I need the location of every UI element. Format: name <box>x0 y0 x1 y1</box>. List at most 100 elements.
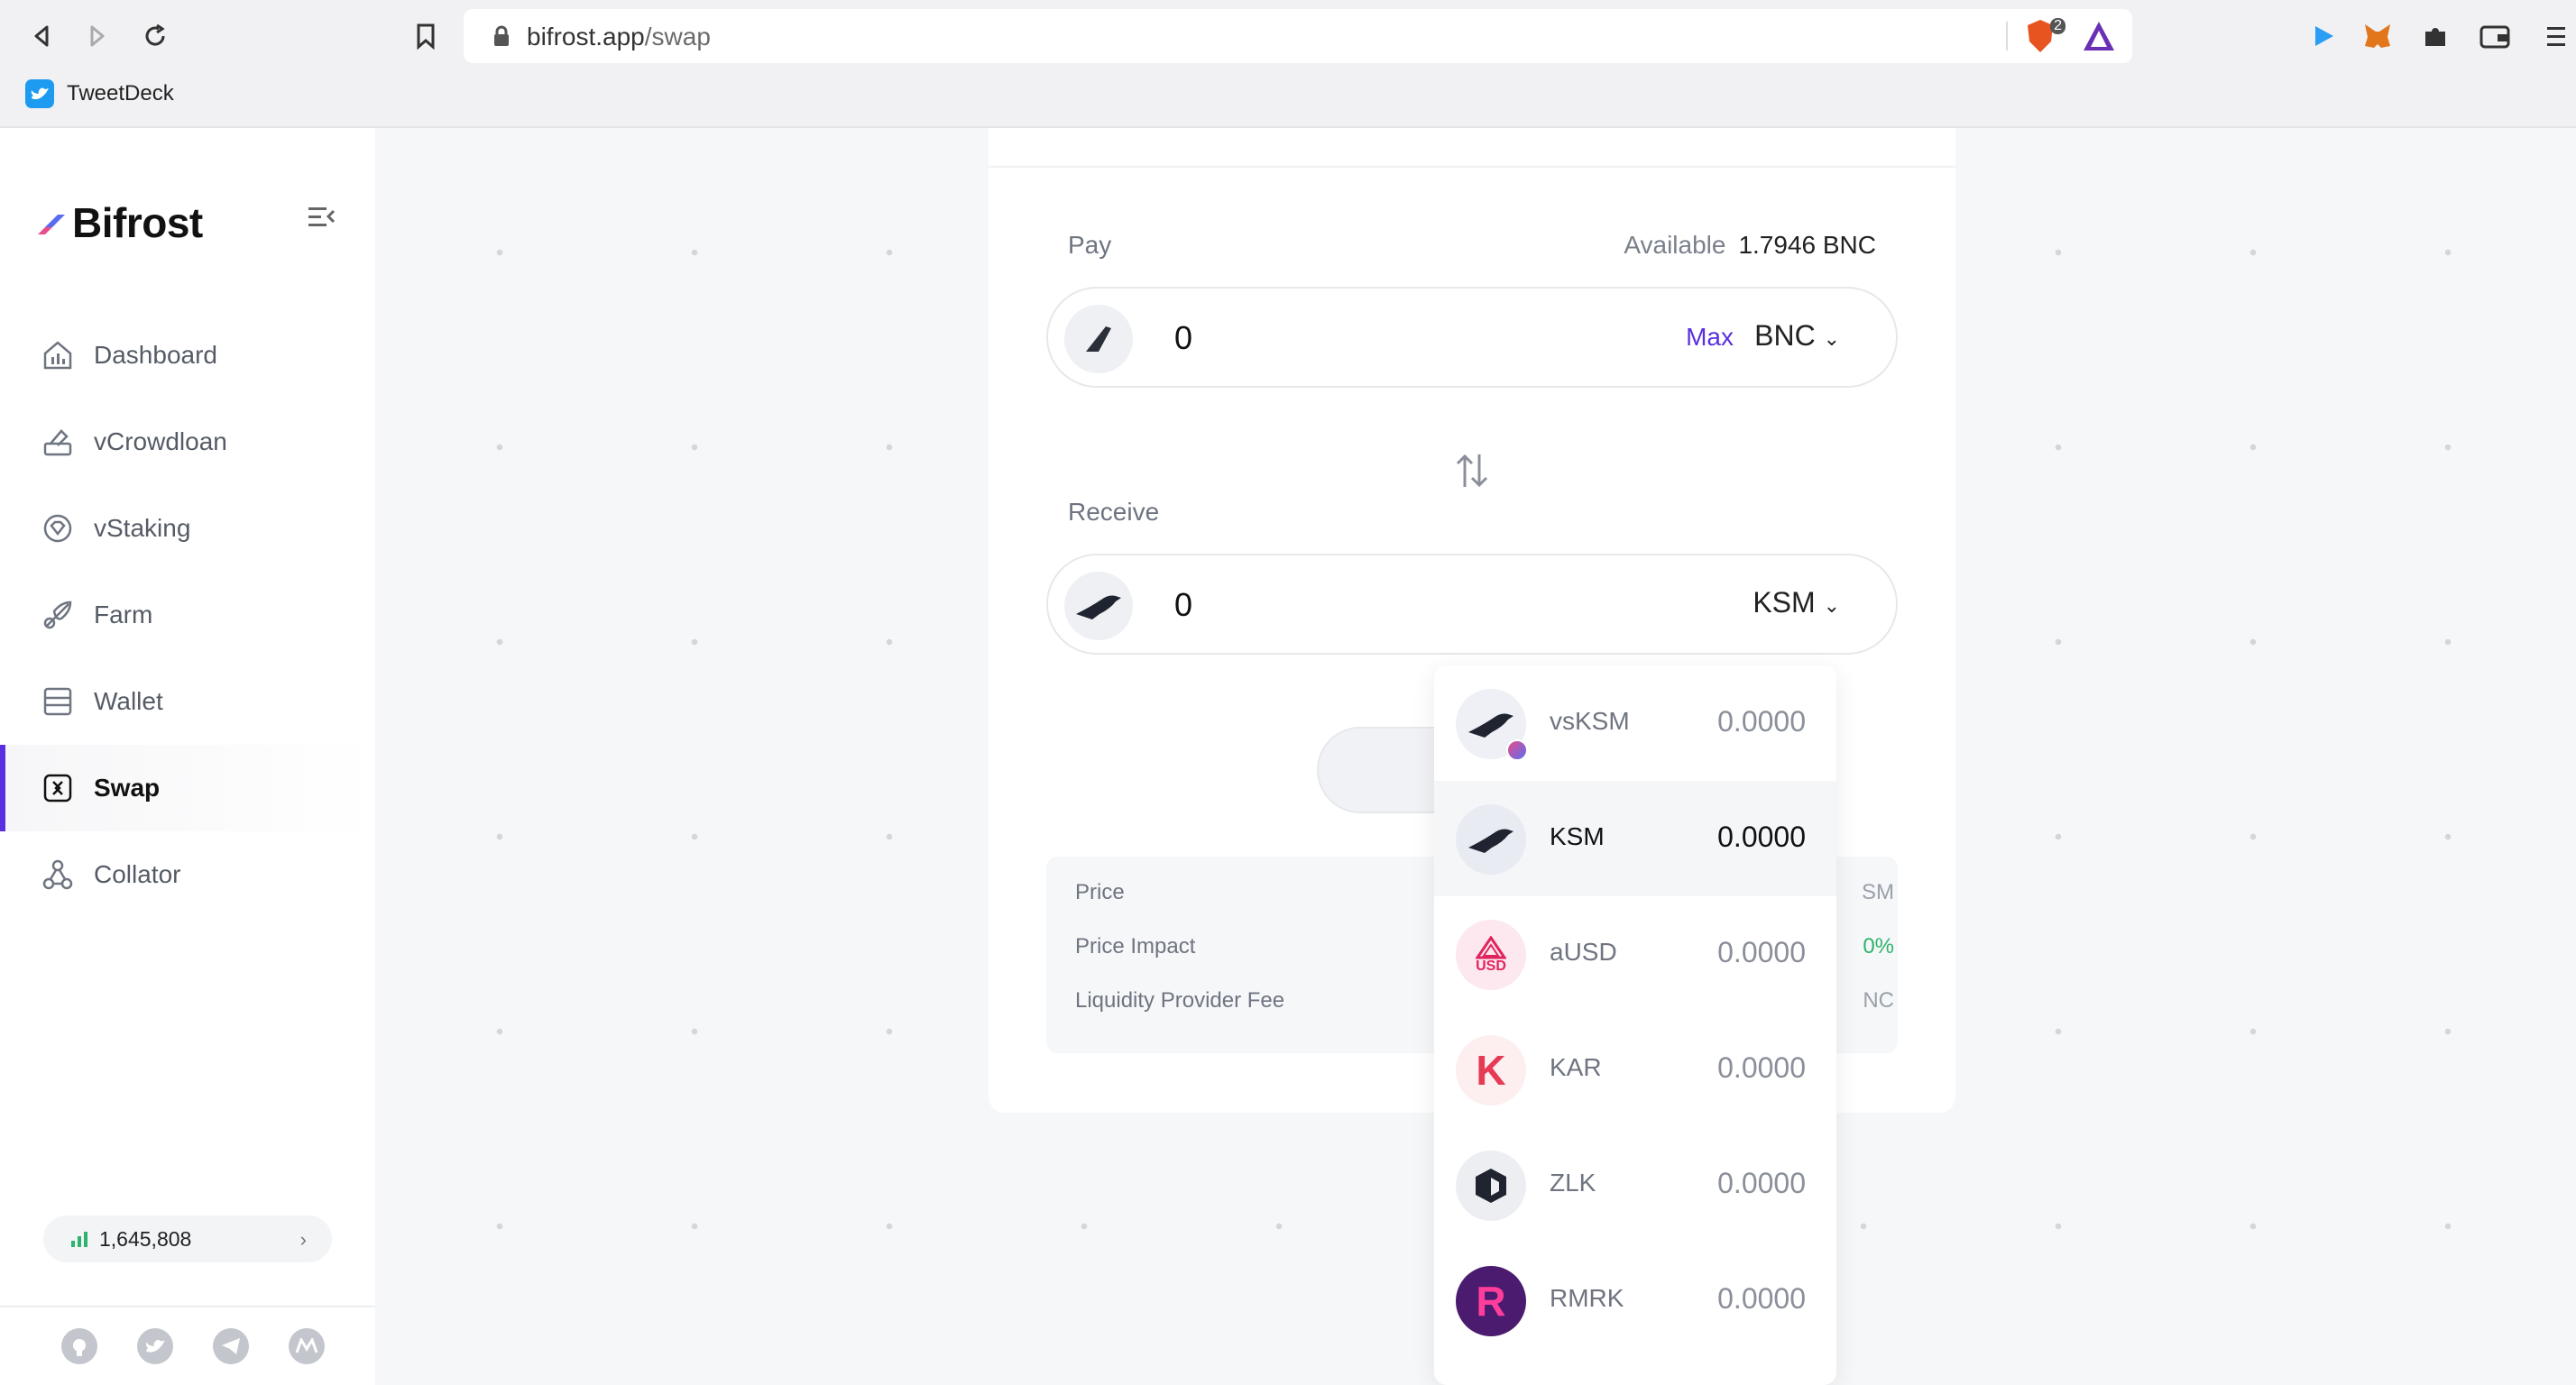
vsksm-icon <box>1456 689 1528 761</box>
card-header-divider <box>989 128 1955 168</box>
nav-label: Wallet <box>94 687 163 715</box>
nav-item-wallet[interactable]: Wallet <box>0 658 375 745</box>
price-value: SM <box>1862 880 1894 904</box>
play-extension-icon[interactable] <box>2307 20 2340 52</box>
block-number-pill[interactable]: 1,645,808 › <box>43 1215 332 1262</box>
token-symbol: ZLK <box>1550 1169 1596 1197</box>
pay-token-select[interactable]: BNC ⌄ <box>1754 319 1840 353</box>
token-symbol: aUSD <box>1550 938 1617 966</box>
nav-label: Dashboard <box>94 341 217 369</box>
bnc-token-icon <box>1064 305 1133 373</box>
main-nav: Dashboard vCrowdloan vStaking Farm Walle… <box>0 312 375 918</box>
bifrost-logo[interactable]: Bifrost <box>36 198 203 247</box>
lock-icon <box>492 25 511 51</box>
price-label: Price <box>1075 880 1125 904</box>
swap-icon <box>40 770 76 806</box>
staking-icon <box>40 510 76 546</box>
nav-item-vcrowdloan[interactable]: vCrowdloan <box>0 399 375 485</box>
nav-item-swap[interactable]: Swap <box>0 745 375 831</box>
receive-token-symbol: KSM <box>1753 586 1816 619</box>
collator-icon <box>40 857 76 893</box>
bookmark-icon[interactable] <box>409 20 442 52</box>
chevron-down-icon: ⌄ <box>1823 594 1840 617</box>
medium-icon[interactable] <box>289 1328 325 1364</box>
farm-icon <box>40 597 76 633</box>
token-symbol: KSM <box>1550 822 1605 850</box>
token-symbol: RMRK <box>1550 1284 1624 1312</box>
wallet-icon <box>40 683 76 720</box>
pay-amount-input[interactable]: 0 <box>1174 319 1192 357</box>
price-impact-label: Price Impact <box>1075 934 1196 958</box>
social-links <box>0 1306 375 1385</box>
nav-item-vstaking[interactable]: vStaking <box>0 485 375 572</box>
kar-icon-text: K <box>1476 1047 1506 1094</box>
receive-amount-input[interactable]: 0 <box>1174 586 1192 624</box>
receive-input-box[interactable]: 0 KSM ⌄ <box>1046 554 1898 655</box>
rmrk-icon: R <box>1456 1266 1526 1336</box>
browser-chrome: bifrost.app/swap 2 TweetDeck <box>0 0 2576 128</box>
pay-input-box[interactable]: 0 Max BNC ⌄ <box>1046 287 1898 388</box>
price-impact-value: 0% <box>1863 934 1894 958</box>
extensions-icon[interactable] <box>2419 20 2452 52</box>
token-dropdown: vsKSM 0.0000 KSM 0.0000 USD aUSD 0.0000 … <box>1434 665 1836 1385</box>
brave-rewards-icon[interactable] <box>2082 20 2116 57</box>
menu-icon[interactable] <box>2540 20 2572 52</box>
crowdloan-icon <box>40 424 76 460</box>
wallet-extension-icon[interactable] <box>2479 20 2511 52</box>
bookmark-bar: TweetDeck <box>25 78 174 110</box>
bifrost-logo-icon <box>38 215 65 234</box>
token-symbol: KAR <box>1550 1053 1602 1081</box>
receive-token-select[interactable]: KSM ⌄ <box>1753 586 1840 619</box>
receive-label: Receive <box>1068 498 1160 526</box>
switch-direction-icon[interactable] <box>1454 451 1490 491</box>
url-path: /swap <box>644 23 711 50</box>
pay-token-symbol: BNC <box>1754 319 1816 352</box>
token-option-ausd[interactable]: USD aUSD 0.0000 <box>1434 896 1836 1012</box>
block-number: 1,645,808 <box>99 1226 192 1251</box>
token-option-zlk[interactable]: ZLK 0.0000 <box>1434 1127 1836 1243</box>
zlk-icon <box>1456 1151 1526 1221</box>
twitter-icon[interactable] <box>137 1328 173 1364</box>
available-balance: Available 1.7946 BNC <box>1624 231 1876 260</box>
nav-label: Swap <box>94 774 161 802</box>
nav-item-dashboard[interactable]: Dashboard <box>0 312 375 399</box>
metamask-icon[interactable] <box>2361 20 2394 52</box>
available-value: 1.7946 BNC <box>1738 231 1876 259</box>
token-balance: 0.0000 <box>1717 705 1806 738</box>
max-button[interactable]: Max <box>1686 323 1734 352</box>
available-label: Available <box>1624 231 1726 259</box>
tweetdeck-icon[interactable] <box>25 79 54 108</box>
rmrk-icon-text: R <box>1476 1278 1506 1325</box>
nav-item-collator[interactable]: Collator <box>0 831 375 918</box>
token-option-vsksm[interactable]: vsKSM 0.0000 <box>1434 665 1836 781</box>
nav-label: vStaking <box>94 514 191 542</box>
collapse-sidebar-icon[interactable] <box>307 204 343 240</box>
pay-label: Pay <box>1068 231 1112 259</box>
address-bar[interactable]: bifrost.app/swap 2 <box>464 9 2132 63</box>
token-balance: 0.0000 <box>1717 1051 1806 1084</box>
token-balance: 0.0000 <box>1717 936 1806 968</box>
nav-label: Farm <box>94 601 153 628</box>
token-option-ksm[interactable]: KSM 0.0000 <box>1434 781 1836 896</box>
signal-bars-icon <box>71 1232 87 1247</box>
nav-label: vCrowdloan <box>94 427 227 455</box>
kar-icon: K <box>1456 1035 1526 1105</box>
bookmark-tweetdeck[interactable]: TweetDeck <box>67 81 174 106</box>
back-icon[interactable] <box>25 20 58 52</box>
brave-shield-icon[interactable]: 2 <box>2024 18 2065 54</box>
nav-label: Collator <box>94 860 181 888</box>
telegram-icon[interactable] <box>213 1328 249 1364</box>
token-symbol: vsKSM <box>1550 707 1630 735</box>
token-option-kar[interactable]: K KAR 0.0000 <box>1434 1012 1836 1127</box>
token-balance: 0.0000 <box>1717 821 1806 853</box>
token-option-rmrk[interactable]: R RMRK 0.0000 <box>1434 1243 1836 1358</box>
url-host: bifrost.app <box>527 23 645 50</box>
lp-fee-value: NC <box>1863 988 1894 1013</box>
chevron-right-icon: › <box>299 1228 307 1251</box>
dashboard-icon <box>40 337 76 373</box>
github-icon[interactable] <box>61 1328 97 1364</box>
forward-icon[interactable] <box>81 20 114 52</box>
reload-icon[interactable] <box>139 20 171 52</box>
lp-fee-label: Liquidity Provider Fee <box>1075 988 1285 1013</box>
nav-item-farm[interactable]: Farm <box>0 572 375 658</box>
